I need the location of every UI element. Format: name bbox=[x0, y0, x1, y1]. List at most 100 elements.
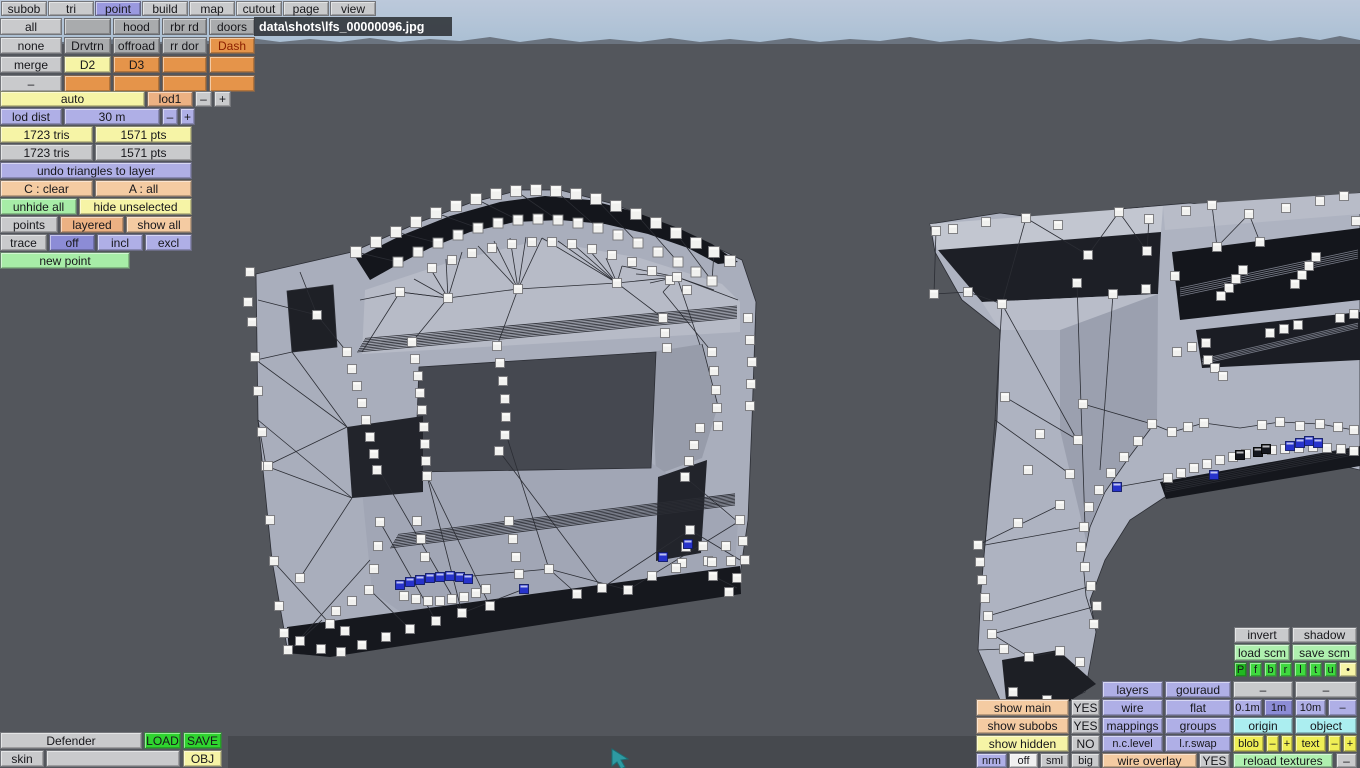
subobj-d3-button[interactable]: D3 bbox=[113, 56, 160, 73]
lod-dist-value[interactable]: 30 m bbox=[64, 108, 160, 125]
grid-1m-button[interactable]: 1m bbox=[1264, 699, 1293, 716]
lod-minus-button[interactable]: – bbox=[195, 91, 212, 107]
unhide-all-button[interactable]: unhide all bbox=[0, 198, 77, 215]
view-p-button[interactable]: P bbox=[1234, 662, 1247, 677]
trace-excl-button[interactable]: excl bbox=[145, 234, 192, 251]
view-right-button[interactable]: r bbox=[1279, 662, 1292, 677]
subobj-empty-cell[interactable] bbox=[64, 18, 111, 35]
text-minus-button[interactable]: – bbox=[1328, 735, 1341, 752]
nrm-big-button[interactable]: big bbox=[1071, 753, 1100, 768]
lod-plus-button[interactable]: + bbox=[214, 91, 231, 107]
subobj-empty-slot[interactable] bbox=[113, 75, 160, 92]
lod-dist-plus-button[interactable]: + bbox=[180, 108, 195, 125]
nrm-label[interactable]: nrm bbox=[976, 753, 1007, 768]
dash-b-button[interactable]: – bbox=[1295, 681, 1357, 698]
trace-off-button[interactable]: off bbox=[49, 234, 95, 251]
lod-auto-button[interactable]: auto bbox=[0, 91, 145, 107]
subobj-merge-button[interactable]: merge bbox=[0, 56, 62, 73]
show-subobs-button[interactable]: show subobs bbox=[976, 717, 1069, 734]
subobj-rbr-rd-button[interactable]: rbr rd bbox=[162, 18, 207, 35]
layered-mode-button[interactable]: layered bbox=[60, 216, 124, 233]
tab-page[interactable]: page bbox=[283, 1, 329, 16]
view-top-button[interactable]: t bbox=[1309, 662, 1322, 677]
invert-button[interactable]: invert bbox=[1234, 627, 1290, 643]
trace-incl-button[interactable]: incl bbox=[97, 234, 143, 251]
subobj-none-button[interactable]: none bbox=[0, 37, 62, 54]
blob-plus-button[interactable]: + bbox=[1281, 735, 1293, 752]
subobj-hood-button[interactable]: hood bbox=[113, 18, 160, 35]
view-left-button[interactable]: l bbox=[1294, 662, 1307, 677]
vehicle-name-button[interactable]: Defender bbox=[0, 732, 142, 749]
lod-dist-label[interactable]: lod dist bbox=[0, 108, 62, 125]
load-button[interactable]: LOAD bbox=[144, 732, 181, 749]
view-back-button[interactable]: b bbox=[1264, 662, 1277, 677]
show-main-button[interactable]: show main bbox=[976, 699, 1069, 716]
lod-dist-minus-button[interactable]: – bbox=[162, 108, 178, 125]
clear-selection-button[interactable]: C : clear bbox=[0, 180, 93, 197]
save-scm-button[interactable]: save scm bbox=[1292, 644, 1357, 661]
skin-name-field[interactable] bbox=[46, 750, 180, 767]
view-dot-button[interactable]: • bbox=[1339, 662, 1357, 677]
show-hidden-value[interactable]: NO bbox=[1071, 735, 1100, 752]
show-hidden-button[interactable]: show hidden bbox=[976, 735, 1069, 752]
dash-a-button[interactable]: – bbox=[1233, 681, 1293, 698]
grid-10m-button[interactable]: 10m bbox=[1295, 699, 1326, 716]
subobj-all-button[interactable]: all bbox=[0, 18, 62, 35]
select-all-button[interactable]: A : all bbox=[95, 180, 192, 197]
wire-overlay-button[interactable]: wire overlay bbox=[1102, 753, 1197, 768]
new-point-button[interactable]: new point bbox=[0, 252, 130, 269]
layers-button[interactable]: layers bbox=[1102, 681, 1163, 698]
viewport-3d[interactable] bbox=[0, 0, 1360, 768]
groups-button[interactable]: groups bbox=[1165, 717, 1231, 734]
object-button[interactable]: object bbox=[1295, 717, 1357, 734]
text-label[interactable]: text bbox=[1295, 735, 1326, 752]
save-button[interactable]: SAVE bbox=[183, 732, 222, 749]
subobj-offroad-button[interactable]: offroad bbox=[113, 37, 160, 54]
undo-triangles-button[interactable]: undo triangles to layer bbox=[0, 162, 192, 179]
tab-point[interactable]: point bbox=[95, 1, 141, 16]
tab-map[interactable]: map bbox=[189, 1, 235, 16]
subobj-empty-slot[interactable] bbox=[64, 75, 111, 92]
subobj-rr-dor-button[interactable]: rr dor bbox=[162, 37, 207, 54]
subobj-dash-button[interactable]: Dash bbox=[209, 37, 255, 54]
subobj-empty-slot[interactable] bbox=[162, 56, 207, 73]
tab-cutout[interactable]: cutout bbox=[236, 1, 282, 16]
view-under-button[interactable]: u bbox=[1324, 662, 1337, 677]
show-subobs-value[interactable]: YES bbox=[1071, 717, 1100, 734]
lr-swap-button[interactable]: l.r.swap bbox=[1165, 735, 1231, 752]
subobj-drvtrn-button[interactable]: Drvtrn bbox=[64, 37, 111, 54]
tab-build[interactable]: build bbox=[142, 1, 188, 16]
skin-button[interactable]: skin bbox=[0, 750, 44, 767]
hide-unselected-button[interactable]: hide unselected bbox=[79, 198, 192, 215]
gouraud-button[interactable]: gouraud bbox=[1165, 681, 1231, 698]
obj-export-button[interactable]: OBJ bbox=[183, 750, 222, 767]
points-mode-button[interactable]: points bbox=[0, 216, 58, 233]
blob-label[interactable]: blob bbox=[1233, 735, 1264, 752]
blob-minus-button[interactable]: – bbox=[1266, 735, 1279, 752]
flat-button[interactable]: flat bbox=[1165, 699, 1231, 716]
wire-overlay-value[interactable]: YES bbox=[1199, 753, 1230, 768]
lod1-button[interactable]: lod1 bbox=[147, 91, 193, 107]
subobj-empty-slot[interactable] bbox=[209, 56, 255, 73]
tab-subob[interactable]: subob bbox=[1, 1, 47, 16]
nc-level-button[interactable]: n.c.level bbox=[1102, 735, 1163, 752]
nrm-sml-button[interactable]: sml bbox=[1040, 753, 1069, 768]
trace-label[interactable]: trace bbox=[0, 234, 47, 251]
mappings-button[interactable]: mappings bbox=[1102, 717, 1163, 734]
tab-tri[interactable]: tri bbox=[48, 1, 94, 16]
reload-dash-button[interactable]: – bbox=[1336, 753, 1357, 768]
tab-view[interactable]: view bbox=[330, 1, 376, 16]
subobj-doors-button[interactable]: doors bbox=[209, 18, 255, 35]
grid-dash-button[interactable]: – bbox=[1328, 699, 1357, 716]
subobj-minus-button[interactable]: – bbox=[0, 75, 62, 92]
show-main-value[interactable]: YES bbox=[1071, 699, 1100, 716]
text-plus-button[interactable]: + bbox=[1343, 735, 1357, 752]
shadow-button[interactable]: shadow bbox=[1292, 627, 1357, 643]
reload-textures-button[interactable]: reload textures bbox=[1233, 753, 1333, 768]
load-scm-button[interactable]: load scm bbox=[1234, 644, 1290, 661]
grid-01m-button[interactable]: 0.1m bbox=[1233, 699, 1262, 716]
view-front-button[interactable]: f bbox=[1249, 662, 1262, 677]
nrm-off-button[interactable]: off bbox=[1009, 753, 1038, 768]
wire-button[interactable]: wire bbox=[1102, 699, 1163, 716]
show-all-button[interactable]: show all bbox=[126, 216, 192, 233]
